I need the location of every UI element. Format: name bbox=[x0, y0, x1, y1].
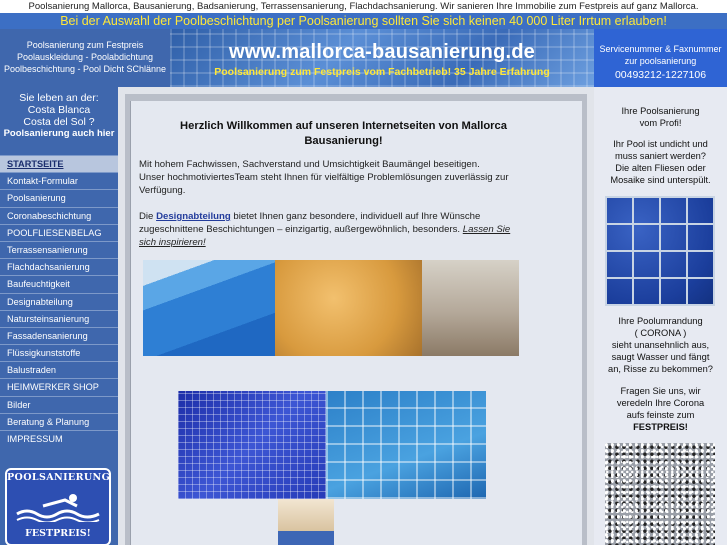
nav-baufeuchtigkeit[interactable]: Baufeuchtigkeit bbox=[0, 275, 118, 292]
poolsanierung-logo[interactable]: POOLSANIERUNG FESTPREIS! bbox=[5, 468, 111, 545]
interior-photo bbox=[278, 499, 334, 545]
nav-bilder[interactable]: Bilder bbox=[0, 395, 118, 413]
nav-kontakt-formular[interactable]: Kontakt-Formular bbox=[0, 172, 118, 189]
nav-flachdachsanierung[interactable]: Flachdachsanierung bbox=[0, 258, 118, 275]
nav-poolfliesenbelag[interactable]: POOLFLIESENBELAG bbox=[0, 223, 118, 241]
right-b3-l2: ( CORONA ) bbox=[634, 328, 687, 338]
service-phone[interactable]: 00493212-1227106 bbox=[594, 69, 727, 81]
right-b3-l3: sieht unansehnlich aus, bbox=[611, 340, 710, 350]
designabteilung-link[interactable]: Designabteilung bbox=[156, 211, 231, 222]
nav-terrassensanierung[interactable]: Terrassensanierung bbox=[0, 240, 118, 258]
right-b3-l4: saugt Wasser und fängt bbox=[611, 352, 710, 362]
location-line4: Poolsanierung auch hier bbox=[3, 128, 115, 139]
design-para-pre: Die bbox=[139, 211, 154, 222]
service-line2: zur poolsanierung bbox=[624, 56, 697, 66]
location-line1: Sie leben an der: bbox=[19, 92, 99, 104]
site-url[interactable]: www.mallorca-bausanierung.de bbox=[170, 41, 594, 64]
nav-natursteinsanierung[interactable]: Natursteinsanierung bbox=[0, 309, 118, 327]
right-block-3: Ihre Poolumrandung ( CORONA ) sieht unan… bbox=[598, 315, 723, 375]
welcome-title: Herzlich Willkommen auf unseren Internet… bbox=[180, 120, 507, 147]
swimmer-icon bbox=[16, 494, 100, 522]
right-b2-l4: Mosaike sind unterspült. bbox=[610, 175, 711, 185]
left-header-line2: Poolauskleidung - Poolabdichtung bbox=[16, 52, 154, 62]
house-photo bbox=[275, 260, 422, 356]
right-sidebar: Ihre Poolsanierung vom Profi! Ihr Pool i… bbox=[594, 87, 727, 545]
right-b2-l2: muss saniert werden? bbox=[615, 151, 706, 161]
site-header: www.mallorca-bausanierung.de Poolsanieru… bbox=[170, 29, 594, 87]
right-block-4: Fragen Sie uns, wir veredeln Ihre Corona… bbox=[598, 385, 723, 433]
main-area: Herzlich Willkommen auf unseren Internet… bbox=[118, 87, 594, 545]
location-box: Sie leben an der: Costa Blanca Costa del… bbox=[0, 87, 118, 155]
pool-photo bbox=[143, 260, 275, 356]
nav-startseite[interactable]: STARTSEITE bbox=[0, 155, 118, 173]
intro-para2: Unser hochmotiviertesTeam steht Ihnen fü… bbox=[139, 172, 509, 196]
logo-top-text: POOLSANIERUNG bbox=[7, 472, 111, 483]
top-keywords: Poolsanierung Mallorca, Bausanierung, Ba… bbox=[28, 1, 699, 12]
main-nav: STARTSEITE Kontakt-Formular Poolsanierun… bbox=[0, 155, 118, 447]
right-b2-l3: Die alten Fliesen oder bbox=[615, 163, 706, 173]
content-panel: Herzlich Willkommen auf unseren Internet… bbox=[130, 101, 582, 545]
right-b4-l1: Fragen Sie uns, wir bbox=[620, 386, 701, 396]
right-b3-l5: an, Risse zu bekommen? bbox=[608, 364, 713, 374]
page: Poolsanierung Mallorca, Bausanierung, Ba… bbox=[0, 0, 727, 545]
right-b4-l2: veredeln Ihre Corona bbox=[616, 398, 705, 408]
stone-photo bbox=[422, 260, 519, 356]
left-header: Poolsanierung zum Festpreis Poolauskleid… bbox=[0, 29, 170, 87]
intro-para1: Mit hohem Fachwissen, Sachverstand und U… bbox=[139, 159, 480, 170]
nav-balustraden[interactable]: Balustraden bbox=[0, 361, 118, 378]
pool-tiles-photo bbox=[326, 391, 486, 499]
right-block-2: Ihr Pool ist undicht und muss saniert we… bbox=[598, 138, 723, 186]
gravel-photo bbox=[605, 443, 715, 545]
right-b1-l2: vom Profi! bbox=[639, 118, 682, 128]
location-line3: Costa del Sol ? bbox=[23, 116, 95, 128]
right-b2-l1: Ihr Pool ist undicht und bbox=[613, 139, 708, 149]
nav-fluessigkunststoffe[interactable]: Flüssigkunststoffe bbox=[0, 344, 118, 361]
location-line2: Costa Blanca bbox=[27, 104, 91, 116]
sidebar: Sie leben an der: Costa Blanca Costa del… bbox=[0, 87, 118, 545]
mosaic-photo bbox=[178, 391, 326, 499]
left-header-line1: Poolsanierung zum Festpreis bbox=[26, 40, 144, 50]
logo-bottom-text: FESTPREIS! bbox=[25, 528, 91, 539]
site-subtitle: Poolsanierung zum Festpreis vom Fachbetr… bbox=[214, 66, 550, 78]
nav-coronabeschichtung[interactable]: Coronabeschichtung bbox=[0, 206, 118, 224]
marquee-banner: Bei der Auswahl der Poolbeschichtung per… bbox=[0, 13, 727, 29]
nav-beratung-planung[interactable]: Beratung & Planung bbox=[0, 412, 118, 430]
right-b4-l4: FESTPREIS! bbox=[633, 422, 688, 432]
right-b3-l1: Ihre Poolumrandung bbox=[618, 316, 703, 326]
service-box: Servicenummer & Faxnummer zur poolsanier… bbox=[594, 29, 727, 87]
design-para: Die Designabteilung bietet Ihnen ganz be… bbox=[139, 210, 511, 249]
left-header-line3: Poolbeschichtung - Pool Dicht SChlänne bbox=[3, 64, 167, 74]
service-line1: Servicenummer & Faxnummer bbox=[599, 44, 722, 54]
right-b1-l1: Ihre Poolsanierung bbox=[621, 106, 700, 116]
nav-poolsanierung[interactable]: Poolsanierung bbox=[0, 189, 118, 206]
right-block-1: Ihre Poolsanierung vom Profi! bbox=[598, 105, 723, 129]
nav-impressum[interactable]: IMPRESSUM bbox=[0, 430, 118, 447]
nav-fassadensanierung[interactable]: Fassadensanierung bbox=[0, 326, 118, 344]
nav-designabteilung[interactable]: Designabteilung bbox=[0, 292, 118, 310]
right-b4-l3: aufs feinste zum bbox=[626, 410, 695, 420]
blue-tiles-photo bbox=[605, 196, 715, 306]
nav-heimwerker-shop[interactable]: HEIMWERKER SHOP bbox=[0, 378, 118, 395]
